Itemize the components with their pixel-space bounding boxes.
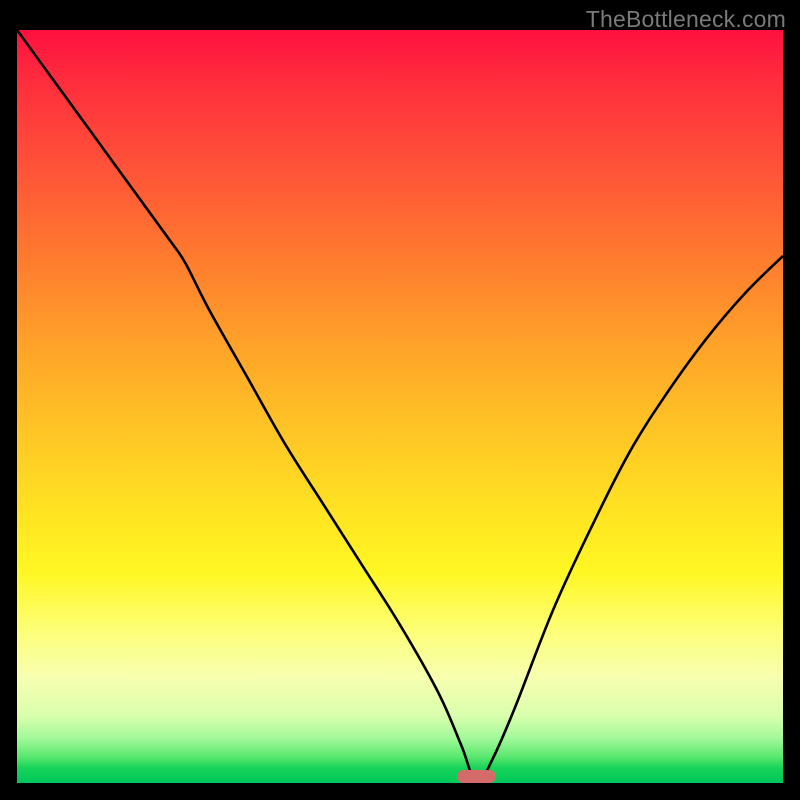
chart-frame: TheBottleneck.com bbox=[0, 0, 800, 800]
plot-area bbox=[17, 30, 783, 783]
watermark-text: TheBottleneck.com bbox=[586, 6, 786, 33]
optimal-marker bbox=[457, 770, 495, 783]
bottleneck-curve bbox=[17, 30, 783, 783]
